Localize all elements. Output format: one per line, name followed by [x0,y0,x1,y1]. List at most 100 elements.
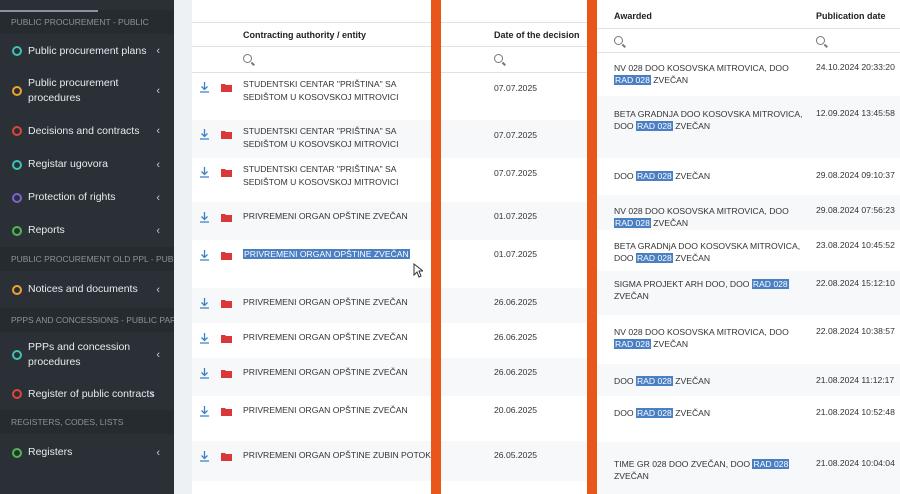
download-icon[interactable] [200,212,209,223]
sidebar-section-registers: REGISTERS, CODES, LISTS [0,410,174,434]
download-icon[interactable] [200,250,209,261]
download-icon[interactable] [200,298,209,309]
table-row[interactable]: STUDENTSKI CENTAR "PRIŠTINA" SA SEDIŠTOM… [192,120,597,158]
sidebar-item-register-public-contracts[interactable]: Register of public contracts ‹ [0,378,174,410]
sidebar-item-registar-ugovora[interactable]: Registar ugovora ‹ [0,148,174,181]
date-cell: 20.06.2025 [494,405,538,415]
date-cell: 07.07.2025 [494,130,538,140]
awarded-row[interactable]: DOO RAD 028 ZVEČAN 21.08.2024 11:12:17 [597,364,900,396]
folder-icon[interactable] [221,168,232,177]
orange-divider-right [587,0,597,494]
search-icon-awarded[interactable] [614,36,623,45]
awarded-row[interactable]: DOO RAD 028 ZVEČAN 29.08.2024 09:10:37 [597,158,900,195]
search-icon-publication[interactable] [816,36,825,45]
entity-text: PRIVREMENI ORGAN OPŠTINE ZVEČAN [243,297,408,307]
sidebar-item-procurement-plans[interactable]: Public procurement plans ‹ [0,34,174,68]
download-icon[interactable] [200,167,209,178]
sidebar-item-ppp-procedures[interactable]: PPPs and concession procedures ‹ [0,332,174,378]
table-row[interactable]: PRIVREMENI ORGAN OPŠTINE ZUBIN POTOK 26.0… [192,441,597,481]
date-cell: 26.05.2025 [494,450,538,460]
download-icon[interactable] [200,451,209,462]
column-header-date[interactable]: Date of the decision [494,24,580,46]
awarded-cell: NV 028 DOO KOSOVSKA MITROVICA, DOO RAD 0… [614,327,789,349]
download-icon[interactable] [200,333,209,344]
awarded-row[interactable]: TIME GR 028 DOO ZVEČAN, DOO RAD 028 ZVEČ… [597,442,900,494]
search-highlight: RAD 028 [614,339,651,349]
folder-icon[interactable] [221,83,232,92]
table-row[interactable]: PRIVREMENI ORGAN OPŠTINE ZVEČAN 26.06.202… [192,358,597,396]
awarded-cell: DOO RAD 028 ZVEČAN [614,376,711,386]
search-highlight: RAD 028 [635,253,673,263]
sidebar-item-decisions-contracts[interactable]: Decisions and contracts ‹ [0,114,174,148]
entity-text: PRIVREMENI ORGAN OPŠTINE ZVEČAN [243,367,408,377]
column-header-publication-date[interactable]: Publication date [816,5,886,27]
sidebar-item-protection-rights[interactable]: Protection of rights ‹ [0,181,174,214]
download-icon[interactable] [200,129,209,140]
sidebar: PUBLIC PROCUREMENT - PUBLIC Public procu… [0,0,174,494]
search-highlight: RAD 028 [635,171,673,181]
sidebar-item-registers[interactable]: Registers ‹ [0,434,174,471]
sidebar-section-public-procurement: PUBLIC PROCUREMENT - PUBLIC [0,10,174,34]
column-header-awarded[interactable]: Awarded [614,5,652,27]
entity-cell: STUDENTSKI CENTAR "PRIŠTINA" SA SEDIŠTOM… [243,78,438,104]
awarded-row[interactable]: DOO RAD 028 ZVEČAN 21.08.2024 10:52:48 [597,396,900,442]
table-row[interactable]: PRIVREMENI ORGAN OPŠTINE ZVEČAN 01.07.202… [192,240,597,288]
folder-icon[interactable] [221,251,232,260]
entity-cell: STUDENTSKI CENTAR "PRIŠTINA" SA SEDIŠTOM… [243,163,438,189]
awarded-row[interactable]: NV 028 DOO KOSOVSKA MITROVICA, DOO RAD 0… [597,53,900,96]
sidebar-item-reports[interactable]: Reports ‹ [0,214,174,247]
entity-text: PRIVREMENI ORGAN OPŠTINE ZVEČAN [243,332,408,342]
circle-icon [12,389,22,399]
search-icon-date[interactable] [494,54,503,63]
decisions-table: Contracting authority / entity Date of t… [192,0,597,494]
folder-icon[interactable] [221,213,232,222]
folder-icon[interactable] [221,299,232,308]
table-row[interactable]: PRIVREMENI ORGAN OPŠTINE ZVEČAN 20.06.202… [192,396,597,441]
publication-date-cell: 29.08.2024 09:10:37 [816,170,895,180]
table-row[interactable]: PRIVREMENI ORGAN OPŠTINE ZVEČAN 01.07.202… [192,202,597,240]
awarded-cell: SIGMA PROJEKT ARH DOO, DOO RAD 028 ZVEČA… [614,279,789,301]
entity-text: STUDENTSKI CENTAR "PRIŠTINA" SA SEDIŠTOM… [243,164,399,187]
download-icon[interactable] [200,368,209,379]
awarded-row[interactable]: NV 028 DOO KOSOVSKA MITROVICA, DOO RAD 0… [597,315,900,364]
table-row[interactable]: STUDENTSKI CENTAR "PRIŠTINA" SA SEDIŠTOM… [192,158,597,202]
publication-date-cell: 22.08.2024 10:38:57 [816,326,895,336]
awarded-row[interactable]: BETA GRADNjA DOO KOSOVSKA MITROVICA, DOO… [597,230,900,271]
publication-date-cell: 12.09.2024 13:45:58 [816,108,895,118]
entity-text: PRIVREMENI ORGAN OPŠTINE ZVEČAN [243,249,410,259]
download-icon[interactable] [200,406,209,417]
search-highlight: RAD 028 [635,121,673,131]
date-cell: 01.07.2025 [494,249,538,259]
download-icon[interactable] [200,82,209,93]
sidebar-item-notices-documents[interactable]: Notices and documents ‹ [0,271,174,308]
search-highlight: RAD 028 [614,75,651,85]
chevron-left-icon: ‹ [156,45,160,57]
date-cell: 07.07.2025 [494,83,538,93]
folder-icon[interactable] [221,334,232,343]
date-cell: 01.07.2025 [494,211,538,221]
circle-icon [12,284,22,295]
table-row[interactable]: PRIVREMENI ORGAN OPŠTINE ZVEČAN 26.06.202… [192,288,597,323]
entity-cell: PRIVREMENI ORGAN OPŠTINE ZVEČAN [243,331,438,344]
folder-icon[interactable] [221,407,232,416]
entity-text: PRIVREMENI ORGAN OPŠTINE ZVEČAN [243,405,408,415]
search-highlight: RAD 028 [751,279,789,289]
publication-date-cell: 29.08.2024 07:56:23 [816,205,895,215]
awarded-cell: BETA GRADNjA DOO KOSOVSKA MITROVICA, DOO… [614,241,801,263]
search-icon-entity[interactable] [243,54,252,63]
entity-text: PRIVREMENI ORGAN OPŠTINE ZVEČAN [243,211,408,221]
folder-icon[interactable] [221,130,232,139]
sidebar-item-procurement-procedures[interactable]: Public procurement procedures ‹ [0,68,174,114]
column-header-entity[interactable]: Contracting authority / entity [243,24,366,46]
folder-icon[interactable] [221,452,232,461]
awarded-row[interactable]: SIGMA PROJEKT ARH DOO, DOO RAD 028 ZVEČA… [597,271,900,315]
publication-date-cell: 21.08.2024 10:52:48 [816,407,895,417]
awarded-cell: DOO RAD 028 ZVEČAN [614,408,711,418]
table-row[interactable]: STUDENTSKI CENTAR "PRIŠTINA" SA SEDIŠTOM… [192,73,597,120]
awarded-row[interactable]: NV 028 DOO KOSOVSKA MITROVICA, DOO RAD 0… [597,195,900,230]
table-row[interactable]: PRIVREMENI ORGAN OPŠTINE ZVEČAN 26.06.202… [192,323,597,358]
awarded-table: Awarded Publication date NV 028 DOO KOSO… [597,0,900,494]
folder-icon[interactable] [221,369,232,378]
entity-text: PRIVREMENI ORGAN OPŠTINE ZUBIN POTOK [243,450,431,460]
awarded-row[interactable]: BETA GRADNJA DOO KOSOVSKA MITROVICA, DOO… [597,96,900,158]
